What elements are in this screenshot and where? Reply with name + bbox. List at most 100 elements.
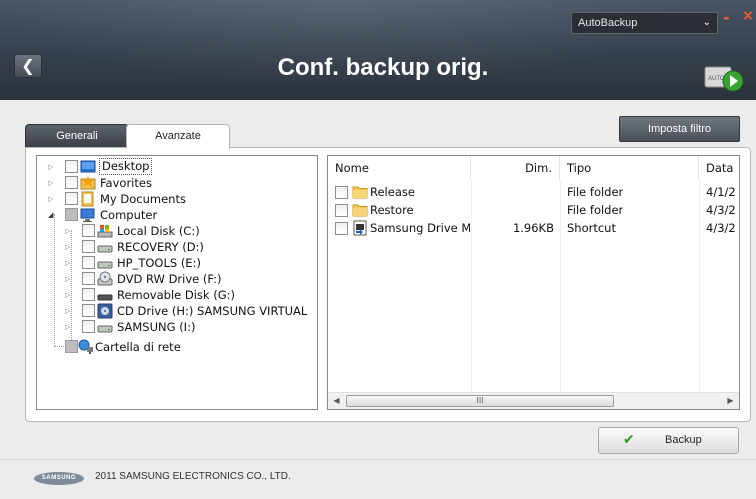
scroll-right-icon[interactable]: ▶ <box>722 393 739 409</box>
tree-item-label: CD Drive (H:) SAMSUNG VIRTUAL <box>117 304 308 318</box>
file-date: 4/3/2 <box>706 221 736 235</box>
tree-item-label: Cartella di rete <box>95 340 181 354</box>
chevron-down-icon: ⌄ <box>702 17 711 28</box>
tab-generali[interactable]: Generali <box>25 124 129 148</box>
expand-icon[interactable]: ▷ <box>65 319 73 335</box>
file-date: 4/1/2 <box>706 185 736 199</box>
file-name: Restore <box>370 203 414 217</box>
expand-icon[interactable]: ▷ <box>48 159 56 175</box>
tree-item-local-disk-c[interactable]: ▷ Local Disk (C:) <box>65 223 315 239</box>
tree-connector <box>54 214 55 346</box>
network-icon <box>78 339 93 354</box>
tree-item-label: Computer <box>100 208 158 222</box>
expand-icon[interactable]: ▷ <box>65 223 73 239</box>
tree-item-dvd-rw-f[interactable]: ▷ DVD RW Drive (F:) <box>65 271 315 287</box>
star-folder-icon <box>80 176 96 190</box>
list-item[interactable]: Release File folder 4/1/2 <box>328 183 739 201</box>
computer-icon <box>80 208 95 222</box>
footer-divider <box>0 459 756 460</box>
desktop-icon <box>80 160 96 173</box>
tree-checkbox[interactable] <box>82 304 95 317</box>
auto-backup-icon: AUTO <box>704 66 744 92</box>
horizontal-scrollbar[interactable]: ◀ III ▶ <box>328 392 739 409</box>
tree-item-desktop[interactable]: ▷ Desktop <box>48 158 308 175</box>
tree-item-recovery-d[interactable]: ▷ RECOVERY (D:) <box>65 239 315 255</box>
file-size: 1.96KB <box>512 221 554 235</box>
expand-icon[interactable]: ▷ <box>48 191 56 207</box>
mode-select[interactable]: AutoBackup ⌄ <box>571 12 718 34</box>
tree-item-label: Local Disk (C:) <box>117 224 200 238</box>
minimize-button[interactable]: - <box>723 8 730 27</box>
hard-disk-icon <box>97 225 113 238</box>
tree-checkbox[interactable] <box>82 288 95 301</box>
tree-checkbox[interactable] <box>65 176 78 189</box>
expand-icon[interactable]: ▷ <box>65 239 73 255</box>
drive-icon <box>97 245 113 253</box>
scroll-thumb[interactable]: III <box>346 395 614 407</box>
row-checkbox[interactable] <box>335 222 348 235</box>
file-name: Release <box>370 185 415 199</box>
tree-item-my-documents[interactable]: ▷ My Documents <box>48 191 308 207</box>
file-type: File folder <box>567 203 624 217</box>
expand-icon[interactable]: ▷ <box>65 255 73 271</box>
auto-icon-text: AUTO <box>708 76 725 82</box>
column-header-dim[interactable]: Dim. <box>471 156 560 180</box>
tree-item-label: DVD RW Drive (F:) <box>117 272 222 286</box>
tree-item-computer[interactable]: ◢ Computer <box>48 207 308 223</box>
tab-avanzate[interactable]: Avanzate <box>126 124 230 149</box>
tree-checkbox[interactable] <box>82 240 95 253</box>
row-checkbox[interactable] <box>335 204 348 217</box>
tree-item-favorites[interactable]: ▷ Favorites <box>48 175 308 191</box>
checkmark-icon: ✔ <box>623 432 635 448</box>
column-header-nome[interactable]: Nome <box>328 156 471 180</box>
tree-item-removable-g[interactable]: ▷ Removable Disk (G:) <box>65 287 315 303</box>
expand-icon[interactable]: ▷ <box>65 303 73 319</box>
tree-item-network[interactable]: Cartella di rete <box>48 339 308 355</box>
shortcut-icon <box>353 220 367 236</box>
backup-button[interactable]: ✔ Backup <box>598 427 739 454</box>
collapse-icon[interactable]: ◢ <box>48 207 56 223</box>
tree-item-label: Favorites <box>100 176 152 190</box>
list-item[interactable]: Restore File folder 4/3/2 <box>328 201 739 219</box>
tree-item-label: HP_TOOLS (E:) <box>117 256 201 270</box>
close-button[interactable]: × <box>742 8 754 24</box>
file-type: Shortcut <box>567 221 616 235</box>
tree-item-label: Desktop <box>99 158 153 175</box>
removable-disk-icon <box>97 294 113 301</box>
expand-icon[interactable]: ▷ <box>65 287 73 303</box>
row-checkbox[interactable] <box>335 186 348 199</box>
filter-button[interactable]: Imposta filtro <box>619 116 740 142</box>
tree-checkbox[interactable] <box>65 340 78 353</box>
file-name: Samsung Drive Ma... <box>370 221 470 235</box>
mode-select-value: AutoBackup <box>578 17 638 29</box>
folder-icon <box>352 186 368 199</box>
tree-checkbox[interactable] <box>65 160 78 173</box>
column-header-data[interactable]: Data <box>699 156 739 180</box>
file-list[interactable]: Nome Dim. Tipo Data Release File folder … <box>327 155 740 410</box>
backup-button-label: Backup <box>665 434 702 446</box>
folder-tree[interactable]: ▷ Desktop ▷ Favorites ▷ My Documents ◢ C… <box>36 155 318 410</box>
tree-checkbox[interactable] <box>82 272 95 285</box>
tree-checkbox[interactable] <box>65 192 78 205</box>
tree-checkbox[interactable] <box>82 320 95 333</box>
samsung-logo: SAMSUNG <box>34 472 84 485</box>
drive-icon <box>97 325 113 333</box>
page-title: Conf. backup orig. <box>277 54 489 81</box>
scroll-left-icon[interactable]: ◀ <box>328 393 345 409</box>
tree-checkbox[interactable] <box>82 256 95 269</box>
expand-icon[interactable]: ▷ <box>48 175 56 191</box>
tree-checkbox[interactable] <box>82 224 95 237</box>
tree-item-hp-tools-e[interactable]: ▷ HP_TOOLS (E:) <box>65 255 315 271</box>
tree-item-samsung-i[interactable]: ▷ SAMSUNG (I:) <box>65 319 315 335</box>
tree-item-cd-drive-h[interactable]: ▷ CD Drive (H:) SAMSUNG VIRTUAL <box>65 303 315 319</box>
cd-drive-icon <box>97 303 113 319</box>
tree-checkbox[interactable] <box>65 208 78 221</box>
list-item[interactable]: Samsung Drive Ma... 1.96KB Shortcut 4/3/… <box>328 219 739 237</box>
tree-item-label: Removable Disk (G:) <box>117 288 235 302</box>
expand-icon[interactable]: ▷ <box>65 271 73 287</box>
file-type: File folder <box>567 185 624 199</box>
folder-icon <box>352 204 368 217</box>
column-header-tipo[interactable]: Tipo <box>560 156 699 180</box>
file-date: 4/3/2 <box>706 203 736 217</box>
tree-item-label: My Documents <box>100 192 186 206</box>
